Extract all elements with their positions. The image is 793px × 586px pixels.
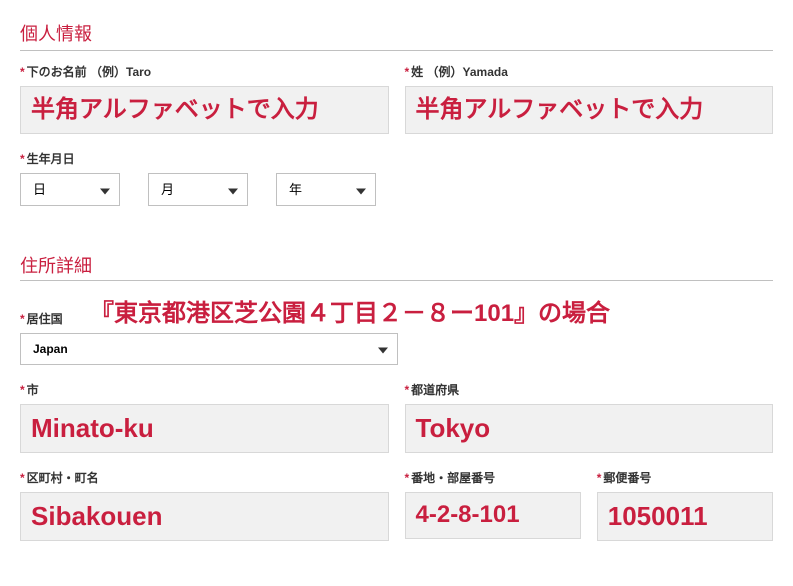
last-name-input[interactable]: 半角アルファベットで入力	[405, 86, 774, 134]
required-asterisk: *	[20, 152, 25, 166]
postal-example: 1050011	[608, 501, 708, 532]
country-select-wrap: Japan	[20, 333, 398, 365]
prefecture-label: *都道府県	[405, 381, 774, 398]
field-street-room: *番地・部屋番号 4-2-8-101	[405, 469, 581, 541]
city-label: *市	[20, 381, 389, 398]
dob-year-select-wrap: 年	[276, 173, 376, 206]
section-title-address: 住所詳細	[20, 252, 92, 282]
ward-town-example: Sibakouen	[31, 501, 162, 532]
field-postal: *郵便番号 1050011	[597, 469, 773, 541]
postal-label: *郵便番号	[597, 469, 773, 486]
field-last-name: *姓 （例）Yamada 半角アルファベットで入力	[405, 63, 774, 134]
last-name-example: 半角アルファベットで入力	[416, 96, 704, 125]
label-text: 番地・部屋番号	[411, 471, 495, 485]
required-asterisk: *	[20, 65, 25, 79]
section-title-personal: 個人情報	[20, 20, 773, 51]
first-name-label: *下のお名前 （例）Taro	[20, 63, 389, 80]
country-select[interactable]: Japan	[20, 333, 398, 365]
first-name-example: 半角アルファベットで入力	[31, 96, 319, 125]
dob-label: *生年月日	[20, 150, 773, 167]
field-prefecture: *都道府県 Tokyo	[405, 381, 774, 453]
dob-year-select[interactable]: 年	[276, 173, 376, 206]
field-first-name: *下のお名前 （例）Taro 半角アルファベットで入力	[20, 63, 389, 134]
street-room-example: 4-2-8-101	[416, 501, 520, 530]
required-asterisk: *	[20, 383, 25, 397]
label-text: 姓 （例）Yamada	[411, 65, 508, 79]
required-asterisk: *	[405, 65, 410, 79]
label-text: 区町村・町名	[27, 471, 99, 485]
dob-day-select[interactable]: 日	[20, 173, 120, 206]
city-input[interactable]: Minato-ku	[20, 404, 389, 453]
ward-town-input[interactable]: Sibakouen	[20, 492, 389, 541]
city-example: Minato-ku	[31, 413, 154, 444]
last-name-label: *姓 （例）Yamada	[405, 63, 774, 80]
required-asterisk: *	[405, 471, 410, 485]
label-text: 郵便番号	[603, 471, 651, 485]
label-text: 市	[27, 383, 39, 397]
address-example-annotation: 『東京都港区芝公園４丁目２－８ー101』の場合	[90, 293, 773, 328]
dob-month-select-wrap: 月	[148, 173, 248, 206]
field-dob: *生年月日 日 月 年	[20, 150, 773, 206]
required-asterisk: *	[405, 383, 410, 397]
label-text: 生年月日	[27, 152, 75, 166]
field-city: *市 Minato-ku	[20, 381, 389, 453]
first-name-input[interactable]: 半角アルファベットで入力	[20, 86, 389, 134]
street-room-label: *番地・部屋番号	[405, 469, 581, 486]
prefecture-input[interactable]: Tokyo	[405, 404, 774, 453]
ward-town-label: *区町村・町名	[20, 469, 389, 486]
dob-month-select[interactable]: 月	[148, 173, 248, 206]
field-ward-town: *区町村・町名 Sibakouen	[20, 469, 389, 541]
prefecture-example: Tokyo	[416, 413, 491, 444]
label-text: 下のお名前 （例）Taro	[27, 65, 151, 79]
dob-day-select-wrap: 日	[20, 173, 120, 206]
required-asterisk: *	[20, 471, 25, 485]
postal-input[interactable]: 1050011	[597, 492, 773, 541]
street-room-input[interactable]: 4-2-8-101	[405, 492, 581, 539]
label-text: 都道府県	[411, 383, 459, 397]
required-asterisk: *	[597, 471, 602, 485]
